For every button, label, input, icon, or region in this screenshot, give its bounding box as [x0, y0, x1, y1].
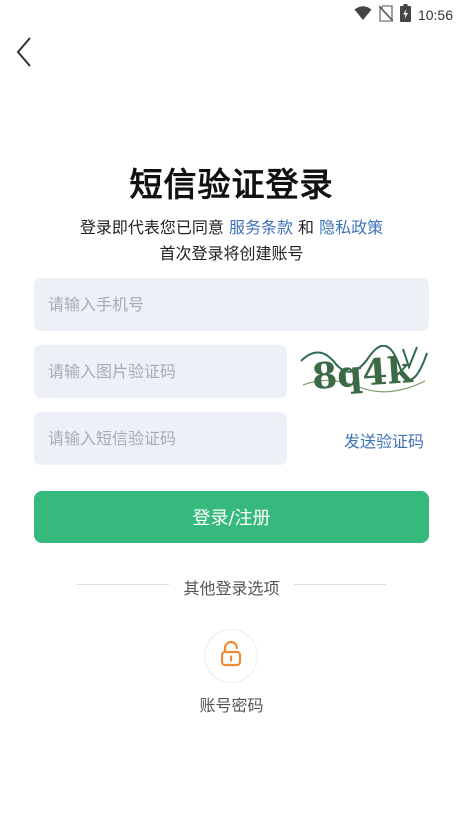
status-bar: 10:56 [0, 0, 463, 28]
create-account-note: 首次登录将创建账号 [159, 244, 304, 263]
wifi-icon [354, 5, 372, 25]
agreement-prefix: 登录即代表您已同意 [79, 218, 224, 237]
password-login-label: 账号密码 [199, 696, 264, 715]
captcha-image[interactable]: 8q4k [299, 344, 429, 399]
back-button[interactable] [10, 34, 42, 70]
sms-code-input[interactable] [34, 412, 287, 465]
password-login-button[interactable] [204, 629, 258, 683]
lock-icon [220, 640, 242, 671]
status-time: 10:56 [417, 7, 453, 23]
captcha-text: 8q4k [311, 349, 415, 398]
image-code-input[interactable] [34, 345, 287, 398]
login-register-button[interactable]: 登录/注册 [34, 491, 429, 543]
battery-charging-icon [399, 4, 411, 26]
divider-right [294, 584, 386, 585]
terms-link[interactable]: 服务条款 [229, 218, 293, 237]
agreement-text: 登录即代表您已同意 服务条款 和 隐私政策 [0, 214, 463, 238]
chevron-left-icon [10, 37, 42, 74]
privacy-link[interactable]: 隐私政策 [319, 218, 383, 237]
other-login-options-label: 其他登录选项 [183, 579, 280, 598]
phone-input[interactable] [34, 278, 429, 331]
no-sim-icon [378, 4, 394, 26]
page-title: 短信验证登录 [129, 165, 334, 204]
status-icons: 10:56 [354, 4, 453, 26]
send-code-button[interactable]: 发送验证码 [344, 428, 424, 452]
agreement-conjunction: 和 [298, 218, 315, 237]
